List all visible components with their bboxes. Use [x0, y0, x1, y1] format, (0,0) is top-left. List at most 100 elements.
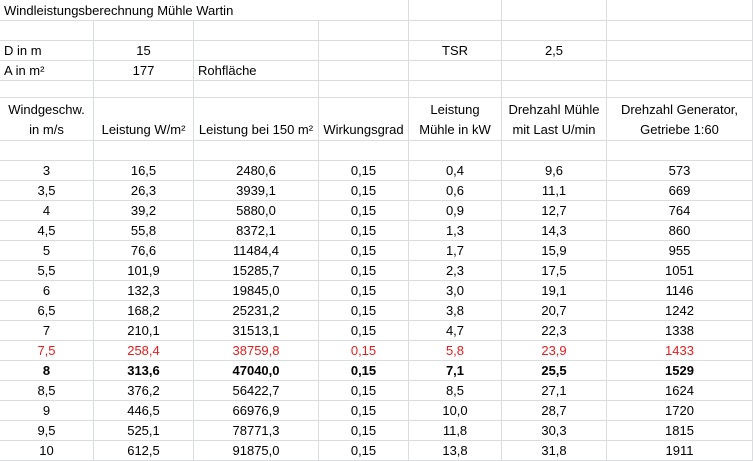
table-cell-mill-rpm[interactable]: 12,7 [502, 201, 607, 221]
table-cell-efficiency[interactable]: 0,15 [319, 381, 409, 401]
empty-cell[interactable] [502, 141, 607, 161]
empty-cell[interactable] [319, 21, 409, 41]
empty-cell[interactable] [607, 21, 753, 41]
param-key[interactable]: TSR [409, 41, 502, 61]
table-cell-mill-rpm[interactable]: 15,9 [502, 241, 607, 261]
empty-cell[interactable] [319, 41, 409, 61]
table-cell-power-per-m2[interactable]: 446,5 [94, 401, 194, 421]
table-cell-mill-power-kw[interactable]: 10,0 [409, 401, 502, 421]
spreadsheet-grid[interactable]: Windleistungsberechnung Mühle Wartin D in… [0, 0, 753, 461]
table-cell-power-150m2[interactable]: 5880,0 [194, 201, 319, 221]
empty-cell[interactable] [94, 81, 194, 98]
header-wirkungsgrad[interactable]: Wirkungsgrad [319, 98, 409, 141]
table-cell-mill-power-kw[interactable]: 5,8 [409, 341, 502, 361]
table-cell-mill-rpm[interactable]: 22,3 [502, 321, 607, 341]
table-cell-efficiency[interactable]: 0,15 [319, 201, 409, 221]
table-cell-windspeed[interactable]: 5,5 [0, 261, 94, 281]
table-cell-efficiency[interactable]: 0,15 [319, 301, 409, 321]
header-leistung-muehle[interactable]: Leistung Mühle in kW [409, 98, 502, 141]
table-cell-efficiency[interactable]: 0,15 [319, 181, 409, 201]
table-cell-power-150m2[interactable]: 11484,4 [194, 241, 319, 261]
table-cell-power-150m2[interactable]: 47040,0 [194, 361, 319, 381]
param-key[interactable] [409, 61, 502, 81]
table-cell-windspeed[interactable]: 6 [0, 281, 94, 301]
table-cell-windspeed[interactable]: 4,5 [0, 221, 94, 241]
table-cell-mill-power-kw[interactable]: 0,9 [409, 201, 502, 221]
table-cell-mill-power-kw[interactable]: 3,8 [409, 301, 502, 321]
table-cell-generator-rpm[interactable]: 1051 [607, 261, 753, 281]
table-cell-generator-rpm[interactable]: 573 [607, 161, 753, 181]
table-cell-power-per-m2[interactable]: 76,6 [94, 241, 194, 261]
table-cell-power-per-m2[interactable]: 132,3 [94, 281, 194, 301]
table-cell-mill-rpm[interactable]: 23,9 [502, 341, 607, 361]
table-cell-windspeed[interactable]: 7,5 [0, 341, 94, 361]
empty-cell[interactable] [194, 141, 319, 161]
table-cell-mill-power-kw[interactable]: 4,7 [409, 321, 502, 341]
table-cell-windspeed[interactable]: 3,5 [0, 181, 94, 201]
empty-cell[interactable] [607, 141, 753, 161]
table-cell-mill-power-kw[interactable]: 0,6 [409, 181, 502, 201]
table-cell-power-per-m2[interactable]: 16,5 [94, 161, 194, 181]
header-leistung-wm2[interactable]: Leistung W/m² [94, 98, 194, 141]
param-note[interactable]: Rohfläche [194, 61, 319, 81]
table-cell-power-per-m2[interactable]: 26,3 [94, 181, 194, 201]
table-cell-efficiency[interactable]: 0,15 [319, 161, 409, 181]
table-cell-efficiency[interactable]: 0,15 [319, 241, 409, 261]
table-cell-windspeed[interactable]: 3 [0, 161, 94, 181]
table-cell-windspeed[interactable]: 6,5 [0, 301, 94, 321]
table-cell-power-per-m2[interactable]: 101,9 [94, 261, 194, 281]
table-cell-windspeed[interactable]: 9 [0, 401, 94, 421]
header-leistung-150[interactable]: Leistung bei 150 m² [194, 98, 319, 141]
table-cell-windspeed[interactable]: 5 [0, 241, 94, 261]
table-cell-efficiency[interactable]: 0,15 [319, 281, 409, 301]
table-cell-generator-rpm[interactable]: 669 [607, 181, 753, 201]
table-cell-efficiency[interactable]: 0,15 [319, 421, 409, 441]
table-cell-windspeed[interactable]: 8 [0, 361, 94, 381]
table-cell-mill-rpm[interactable]: 9,6 [502, 161, 607, 181]
empty-cell[interactable] [319, 141, 409, 161]
table-cell-mill-power-kw[interactable]: 1,3 [409, 221, 502, 241]
table-cell-generator-rpm[interactable]: 1720 [607, 401, 753, 421]
empty-cell[interactable] [607, 81, 753, 98]
empty-cell[interactable] [94, 141, 194, 161]
table-cell-mill-power-kw[interactable]: 0,4 [409, 161, 502, 181]
param-note[interactable] [194, 41, 319, 61]
table-cell-efficiency[interactable]: 0,15 [319, 361, 409, 381]
empty-cell[interactable] [607, 0, 753, 21]
table-cell-generator-rpm[interactable]: 1242 [607, 301, 753, 321]
table-cell-generator-rpm[interactable]: 764 [607, 201, 753, 221]
table-cell-generator-rpm[interactable]: 1624 [607, 381, 753, 401]
table-cell-mill-power-kw[interactable]: 7,1 [409, 361, 502, 381]
sheet-title[interactable]: Windleistungsberechnung Mühle Wartin [0, 0, 319, 21]
empty-cell[interactable] [607, 41, 753, 61]
param-label[interactable]: D in m [0, 41, 94, 61]
table-cell-efficiency[interactable]: 0,15 [319, 441, 409, 461]
param-value[interactable]: 177 [94, 61, 194, 81]
empty-cell[interactable] [0, 141, 94, 161]
table-cell-efficiency[interactable]: 0,15 [319, 341, 409, 361]
table-cell-generator-rpm[interactable]: 1815 [607, 421, 753, 441]
empty-cell[interactable] [319, 0, 409, 21]
table-cell-power-150m2[interactable]: 31513,1 [194, 321, 319, 341]
table-cell-power-150m2[interactable]: 78771,3 [194, 421, 319, 441]
table-cell-power-per-m2[interactable]: 55,8 [94, 221, 194, 241]
table-cell-generator-rpm[interactable]: 955 [607, 241, 753, 261]
table-cell-generator-rpm[interactable]: 1146 [607, 281, 753, 301]
table-cell-generator-rpm[interactable]: 1338 [607, 321, 753, 341]
param-value[interactable]: 15 [94, 41, 194, 61]
table-cell-windspeed[interactable]: 9,5 [0, 421, 94, 441]
table-cell-efficiency[interactable]: 0,15 [319, 261, 409, 281]
table-cell-power-150m2[interactable]: 8372,1 [194, 221, 319, 241]
table-cell-efficiency[interactable]: 0,15 [319, 401, 409, 421]
param-key-value[interactable]: 2,5 [502, 41, 607, 61]
table-cell-mill-rpm[interactable]: 19,1 [502, 281, 607, 301]
table-cell-power-150m2[interactable]: 3939,1 [194, 181, 319, 201]
table-cell-efficiency[interactable]: 0,15 [319, 321, 409, 341]
empty-cell[interactable] [502, 0, 607, 21]
table-cell-power-per-m2[interactable]: 376,2 [94, 381, 194, 401]
empty-cell[interactable] [0, 81, 94, 98]
table-cell-mill-rpm[interactable]: 20,7 [502, 301, 607, 321]
table-cell-windspeed[interactable]: 7 [0, 321, 94, 341]
empty-cell[interactable] [607, 61, 753, 81]
table-cell-power-per-m2[interactable]: 612,5 [94, 441, 194, 461]
